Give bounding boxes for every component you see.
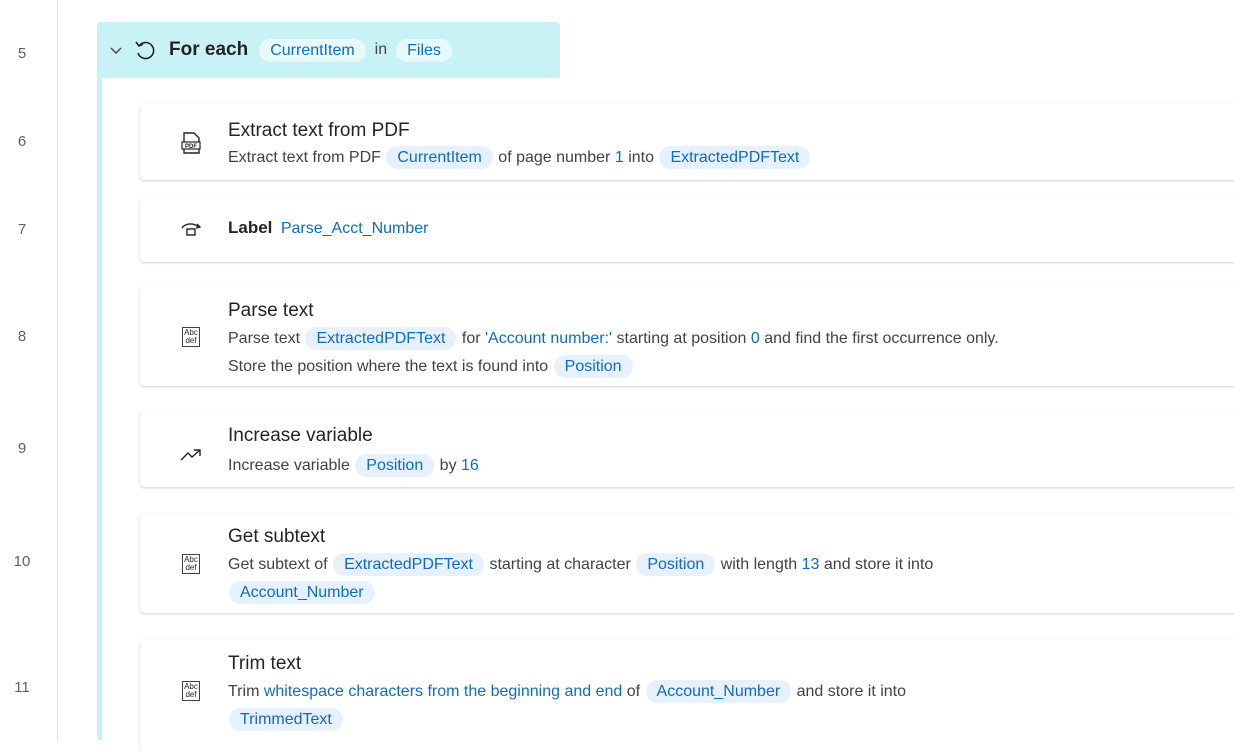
variable-chip[interactable]: Files [396, 38, 452, 62]
desc-text: of page number [498, 149, 611, 166]
desc-text: Get subtext of [228, 556, 328, 573]
line-number: 9 [17, 440, 27, 457]
foreach-action[interactable]: For each CurrentItem in Files [97, 22, 560, 78]
text-abc-icon: Abc def [180, 326, 202, 348]
label-name[interactable]: Parse_Acct_Number [281, 220, 429, 237]
pdf-icon: PDF [180, 132, 202, 154]
desc-text: Parse text [228, 330, 301, 347]
action-description: Parse text ExtractedPDFText for 'Account… [228, 327, 999, 379]
variable-chip[interactable]: CurrentItem [386, 146, 493, 169]
line-number: 6 [17, 133, 27, 150]
text-abc-icon: Abc def [180, 553, 202, 575]
action-increase-variable[interactable]: Increase variable Increase variable Posi… [140, 410, 1234, 487]
desc-text: of [626, 683, 641, 700]
variable-chip[interactable]: ExtractedPDFText [305, 327, 457, 350]
action-get-subtext[interactable]: Abc def Get subtext Get subtext of Extrac… [140, 513, 1234, 613]
desc-text: by [439, 457, 457, 474]
action-trim-text[interactable]: Abc def Trim text Trim whitespace charact… [140, 640, 1234, 750]
action-description: Increase variable Position by 16 [228, 454, 479, 478]
action-parse-text[interactable]: Abc def Parse text Parse text ExtractedPD… [140, 286, 1234, 386]
variable-chip[interactable]: ExtractedPDFText [659, 146, 811, 169]
in-keyword: in [374, 41, 388, 58]
variable-chip[interactable]: CurrentItem [259, 38, 366, 62]
desc-text: for [461, 330, 481, 347]
line-number: 11 [14, 679, 30, 696]
variable-chip[interactable]: Position [636, 553, 716, 576]
desc-text: Extract text from PDF [228, 149, 381, 166]
label-icon [180, 219, 202, 241]
trim-mode-value: whitespace characters from the beginning… [263, 683, 623, 700]
label-keyword: Label [228, 218, 273, 237]
gutter-divider [57, 0, 58, 740]
desc-text: with length [720, 556, 798, 573]
action-title: Extract text from PDF [228, 120, 410, 141]
desc-text: and store it into [823, 556, 934, 573]
line-number: 7 [17, 221, 27, 238]
desc-text: and store it into [796, 683, 907, 700]
loop-body-indicator [97, 76, 102, 740]
variable-chip[interactable]: TrimmedText [229, 708, 343, 731]
chevron-down-icon[interactable] [109, 43, 123, 57]
start-position-value: 0 [750, 330, 760, 347]
action-description: Extract text from PDF CurrentItem of pag… [228, 146, 811, 170]
variable-chip[interactable]: Position [355, 454, 435, 477]
loop-icon [133, 38, 157, 62]
desc-text: into [628, 149, 654, 166]
line-number: 10 [13, 553, 31, 570]
action-extract-text-from-pdf[interactable]: PDF Extract text from PDF Extract text f… [140, 104, 1234, 180]
search-literal: 'Account number:' [485, 330, 613, 347]
variable-chip[interactable]: Position [553, 355, 633, 378]
desc-text: starting at position [616, 330, 747, 347]
desc-text: Increase variable [228, 457, 350, 474]
desc-text: Store the position where the text is fou… [228, 358, 549, 375]
svg-text:PDF: PDF [185, 144, 197, 150]
action-title: Get subtext [228, 526, 326, 547]
length-value: 13 [801, 556, 820, 573]
text-abc-icon: Abc def [180, 680, 202, 702]
desc-text: and find the first occurrence only. [764, 330, 999, 347]
variable-chip[interactable]: Account_Number [645, 680, 792, 703]
action-description: Get subtext of ExtractedPDFText starting… [228, 553, 933, 605]
line-number: 5 [17, 45, 27, 62]
action-title: Trim text [228, 653, 302, 674]
action-description: Trim whitespace characters from the begi… [228, 680, 906, 732]
action-label[interactable]: Label Parse_Acct_Number [140, 198, 1234, 262]
foreach-title: For each [169, 39, 249, 60]
desc-text: Trim [228, 683, 260, 700]
page-number-value: 1 [614, 149, 624, 166]
desc-text: starting at character [489, 556, 631, 573]
label-line: Label Parse_Acct_Number [228, 218, 428, 238]
variable-chip[interactable]: Account_Number [229, 581, 375, 604]
line-number: 8 [17, 328, 27, 345]
trend-up-icon [180, 444, 202, 466]
action-title: Parse text [228, 300, 314, 321]
variable-chip[interactable]: ExtractedPDFText [333, 553, 484, 576]
action-title: Increase variable [228, 425, 373, 446]
increase-amount-value: 16 [461, 457, 479, 474]
